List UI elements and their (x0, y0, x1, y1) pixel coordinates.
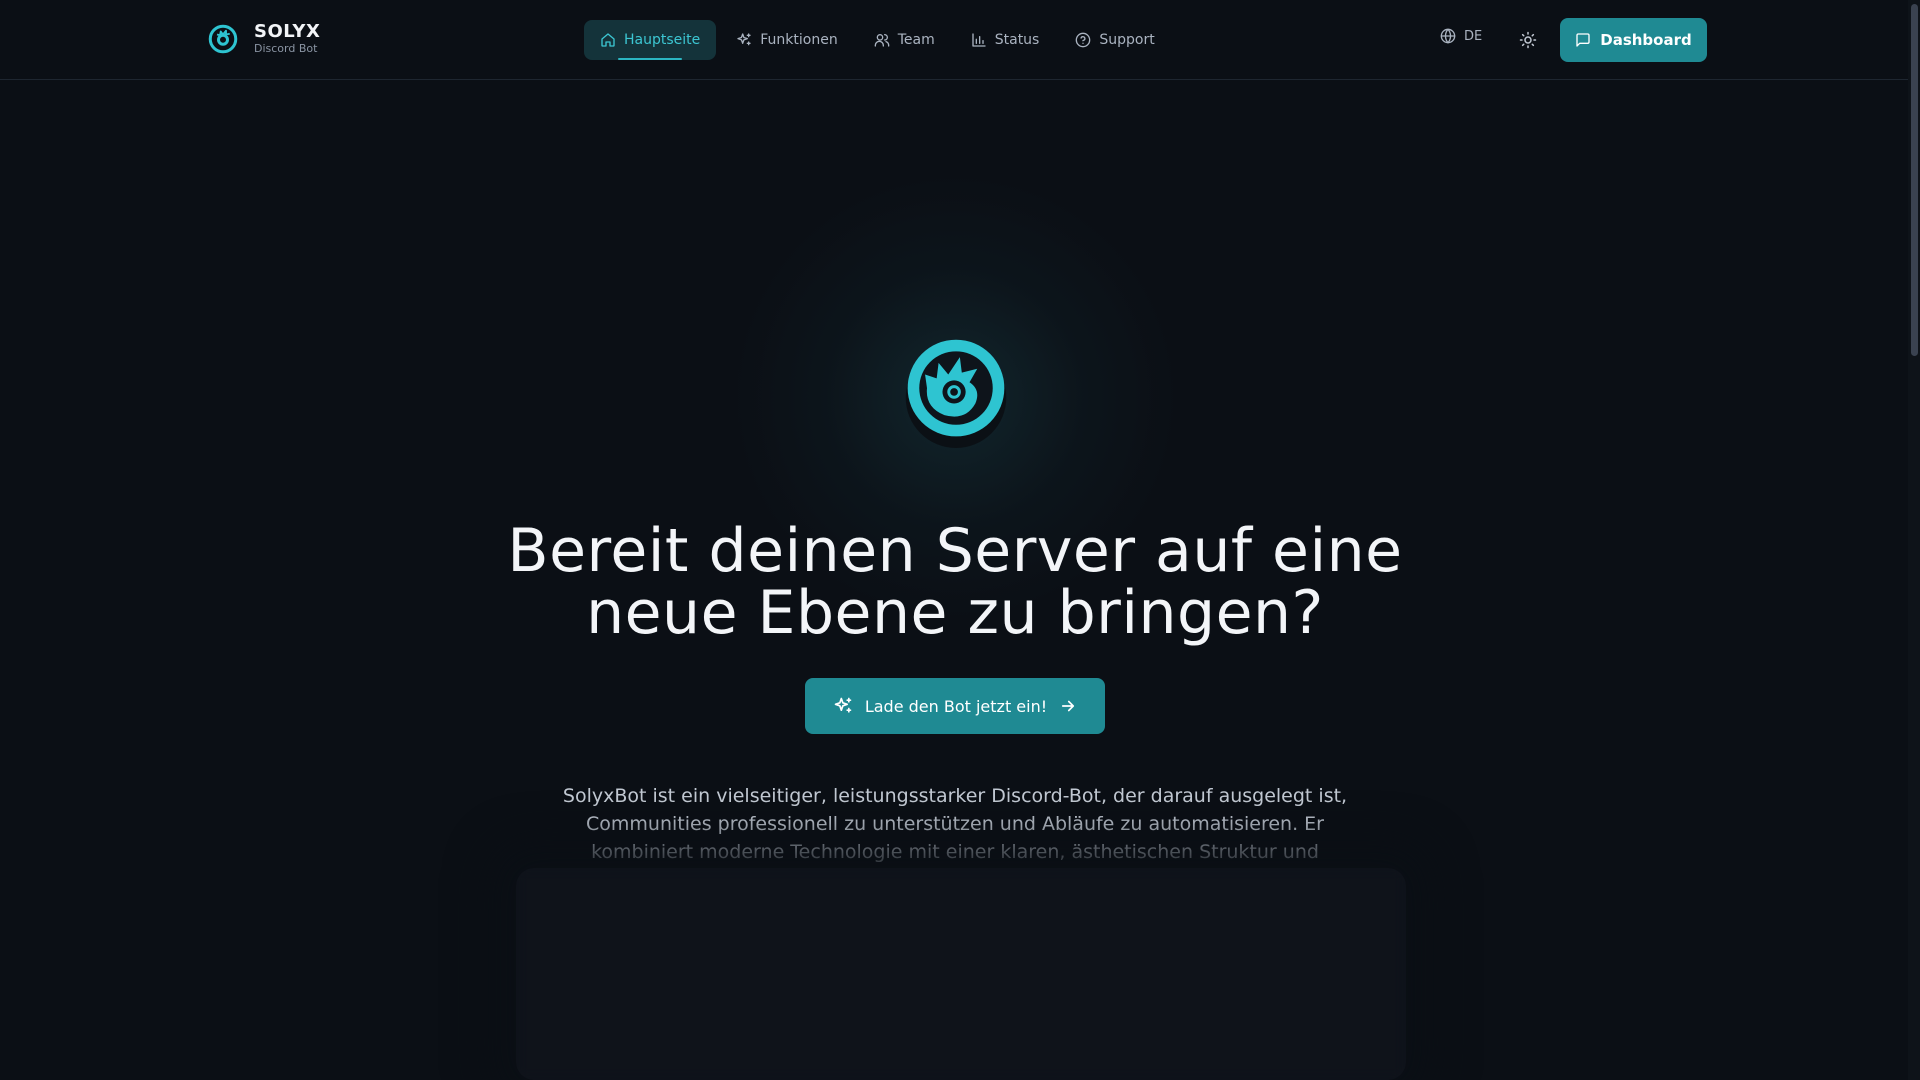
scrollbar-thumb[interactable] (1911, 4, 1918, 356)
users-icon (874, 34, 890, 47)
hero-title-line1: Bereit deinen Server auf eine (507, 516, 1403, 586)
nav-item-team[interactable]: Team (858, 20, 951, 60)
nav-item-support[interactable]: Support (1059, 20, 1170, 60)
top-navbar: SOLYX Discord Bot Hauptseite Funktionen … (0, 0, 1908, 80)
dashboard-button[interactable]: Dashboard (1560, 18, 1707, 62)
page-scrollbar[interactable] (1908, 0, 1920, 1080)
language-selector[interactable]: DE (1440, 28, 1482, 44)
arrow-right-icon (1062, 700, 1075, 712)
brand-subtitle: Discord Bot (254, 42, 318, 55)
invite-bot-button[interactable]: Lade den Bot jetzt ein! (805, 678, 1105, 734)
language-label: DE (1464, 28, 1483, 44)
blurred-content-panel (516, 868, 1406, 1080)
solyx-hero-logo-icon (905, 339, 1007, 448)
dashboard-label: Dashboard (1600, 31, 1692, 49)
nav-item-label: Hauptseite (624, 32, 701, 48)
theme-toggle-button[interactable] (1516, 28, 1540, 52)
home-icon (601, 33, 615, 47)
nav-item-label: Status (994, 32, 1040, 48)
nav-item-label: Support (1099, 32, 1155, 48)
help-circle-icon (1076, 32, 1091, 48)
nav-item-label: Funktionen (760, 32, 838, 48)
bar-chart-icon (972, 33, 986, 47)
brand-title: SOLYX (254, 21, 321, 42)
nav-item-funktionen[interactable]: Funktionen (720, 20, 853, 60)
hero-title-line2: neue Ebene zu bringen? (586, 578, 1324, 648)
bot-description: SolyxBot ist ein vielseitiger, leistungs… (562, 785, 1348, 863)
nav-item-hauptseite[interactable]: Hauptseite (584, 20, 717, 60)
nav-item-status[interactable]: Status (955, 20, 1056, 60)
invite-bot-label: Lade den Bot jetzt ein! (864, 696, 1048, 716)
globe-icon (1440, 28, 1456, 44)
main-nav: Hauptseite Funktionen Team Status Suppor… (584, 20, 1175, 60)
hero-title: Bereit deinen Server auf eine neue Ebene… (460, 520, 1450, 644)
nav-item-label: Team (897, 32, 935, 48)
brand[interactable]: SOLYX Discord Bot (208, 22, 320, 56)
message-square-icon (1576, 33, 1590, 47)
sparkles-icon (737, 33, 751, 46)
sun-icon (1519, 31, 1537, 49)
sparkles-icon (834, 697, 852, 713)
solyx-logo-icon (208, 24, 238, 54)
